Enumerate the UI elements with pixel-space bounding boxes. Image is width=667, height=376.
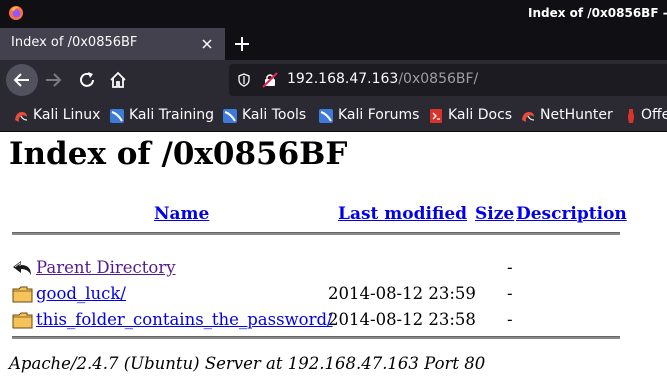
kali-forums-icon	[319, 109, 333, 123]
url-text[interactable]: 192.168.47.163/0x0856BF/	[287, 71, 478, 87]
tab-active[interactable]: Index of /0x0856BF	[0, 28, 225, 60]
bookmark-label: NetHunter	[540, 107, 613, 123]
footer-divider	[12, 336, 620, 339]
home-button[interactable]	[108, 70, 128, 90]
row-size: -	[507, 284, 513, 303]
parent-directory-link[interactable]: Parent Directory	[36, 258, 176, 277]
close-tab-icon[interactable]	[199, 36, 215, 52]
column-header-description[interactable]: Description	[516, 204, 627, 224]
new-tab-icon[interactable]	[233, 35, 251, 53]
folder-icon	[12, 312, 33, 329]
back-arrow-icon	[13, 261, 31, 275]
offsec-icon	[628, 109, 634, 123]
back-arrow-icon	[13, 73, 29, 87]
tab-strip: Index of /0x0856BF	[0, 28, 667, 60]
row-modified: 2014-08-12 23:59	[328, 284, 476, 303]
page-content: Index of /0x0856BF Name Last modified Si…	[0, 132, 667, 376]
url-path: /0x0856BF/	[398, 71, 479, 87]
bookmark-label: Kali Training	[129, 107, 214, 123]
navigation-toolbar: 192.168.47.163/0x0856BF/	[0, 60, 667, 100]
row-modified: 2014-08-12 23:58	[328, 310, 476, 329]
window-title: Index of /0x0856BF - Moz	[528, 6, 667, 20]
row-size: -	[507, 310, 513, 329]
url-bar[interactable]: 192.168.47.163/0x0856BF/	[229, 64, 667, 96]
kali-dragon-icon	[15, 112, 28, 122]
folder-link-password[interactable]: this_folder_contains_the_password/	[36, 310, 333, 329]
back-button[interactable]	[6, 64, 38, 96]
header-divider	[12, 232, 620, 235]
folder-icon	[12, 286, 33, 303]
reload-button[interactable]	[78, 71, 96, 89]
bookmark-label: Kali Forums	[338, 107, 420, 123]
row-size: -	[507, 258, 513, 277]
tab-label: Index of /0x0856BF	[11, 35, 138, 50]
page-title: Index of /0x0856BF	[9, 136, 348, 172]
column-header-name[interactable]: Name	[154, 204, 209, 224]
bookmark-label: Offe	[641, 107, 667, 123]
folder-link-good-luck[interactable]: good_luck/	[36, 284, 126, 303]
bookmark-label: Kali Docs	[448, 107, 513, 123]
kali-tools-icon	[223, 109, 237, 123]
column-header-size[interactable]: Size	[475, 204, 514, 224]
kali-docs-icon	[430, 109, 442, 123]
column-header-last-modified[interactable]: Last modified	[338, 204, 467, 224]
bookmark-label: Kali Tools	[242, 107, 307, 123]
kali-training-icon	[110, 109, 124, 123]
tracking-protection-shield-icon[interactable]	[237, 73, 251, 87]
insecure-lock-icon[interactable]	[262, 72, 278, 88]
forward-button[interactable]	[44, 71, 62, 89]
bookmarks-toolbar: Kali Linux Kali Training Kali Tools Kali…	[0, 100, 667, 132]
url-host: 192.168.47.163	[287, 71, 399, 87]
bookmark-label: Kali Linux	[33, 107, 101, 123]
nethunter-icon	[522, 112, 535, 122]
server-signature: Apache/2.4.7 (Ubuntu) Server at 192.168.…	[9, 354, 486, 373]
firefox-logo-icon	[9, 6, 23, 20]
window-titlebar: Index of /0x0856BF - Moz	[0, 0, 667, 28]
